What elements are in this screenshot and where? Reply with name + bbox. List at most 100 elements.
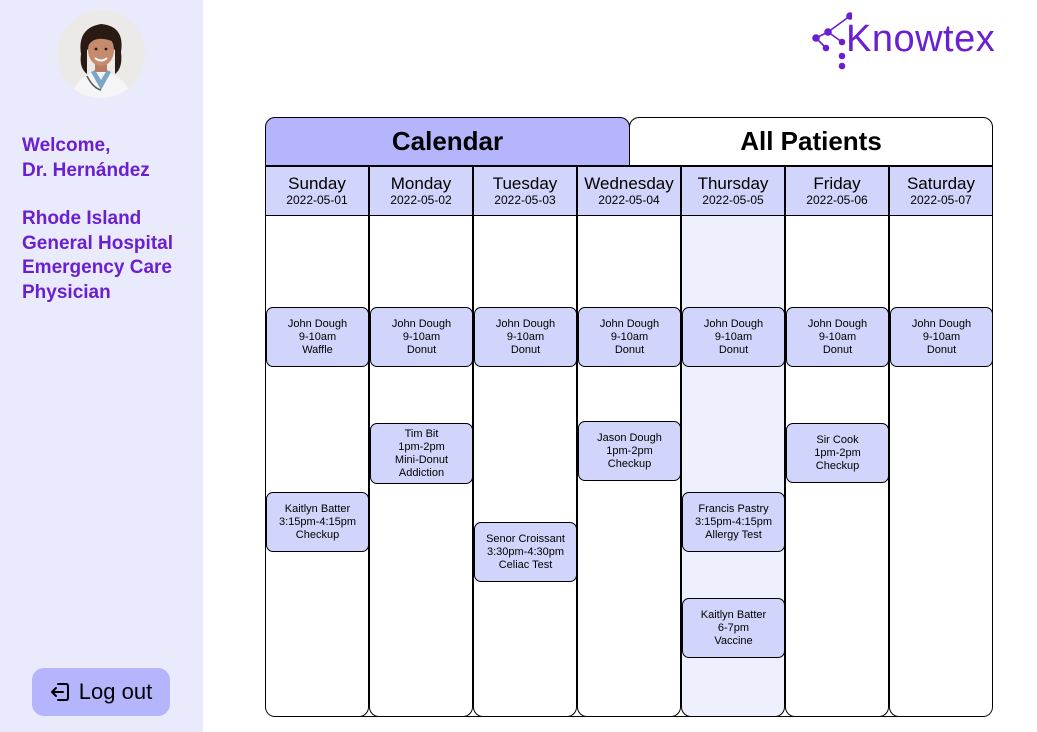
appointment-patient: Sir Cook xyxy=(816,433,859,446)
day-date: 2022-05-02 xyxy=(390,193,452,207)
appointment-reason: Donut xyxy=(822,343,853,356)
day-header: Sunday 2022-05-01 xyxy=(266,167,368,216)
appointment-reason: Donut xyxy=(406,343,437,356)
day-date: 2022-05-03 xyxy=(494,193,556,207)
appointment-patient: Kaitlyn Batter xyxy=(700,608,767,621)
day-column-sunday[interactable]: Sunday 2022-05-01 John Dough 9-10am Waffle Ka… xyxy=(265,166,369,716)
brand-logo: Knowtex xyxy=(812,12,1022,74)
appointment-card[interactable]: John Dough 9-10am Waffle xyxy=(266,307,369,367)
day-date: 2022-05-05 xyxy=(702,193,764,207)
appointment-card[interactable]: John Dough 9-10am Donut xyxy=(578,307,681,367)
appointment-reason: Vaccine xyxy=(714,634,753,647)
logout-icon xyxy=(50,683,69,701)
sidebar: Welcome, Dr. Hernández Rhode Island Gene… xyxy=(0,0,203,732)
appointment-time: 6-7pm xyxy=(717,621,750,634)
appointment-reason: Checkup xyxy=(295,528,340,541)
appointment-reason: Checkup xyxy=(815,459,860,472)
appointment-time: 1pm-2pm xyxy=(606,444,653,457)
appointment-reason: Mini-Donut xyxy=(394,453,449,466)
appointment-time: 9-10am xyxy=(610,330,649,343)
appointment-time: 9-10am xyxy=(714,330,753,343)
week-calendar: Sunday 2022-05-01 John Dough 9-10am Waffle Ka… xyxy=(265,166,993,717)
day-header: Friday 2022-05-06 xyxy=(786,167,888,216)
appointment-reason: Donut xyxy=(510,343,541,356)
appointment-time: 9-10am xyxy=(818,330,857,343)
avatar[interactable] xyxy=(57,10,145,98)
appointment-card[interactable]: Tim Bit 1pm-2pm Mini-Donut Addiction xyxy=(370,423,473,484)
welcome-message: Welcome, Dr. Hernández Rhode Island Gene… xyxy=(22,134,202,306)
brand-name: Knowtex xyxy=(846,18,996,60)
day-column-thursday[interactable]: Thursday 2022-05-05 John Dough 9-10am Donut F… xyxy=(681,166,785,716)
appointment-reason: Donut xyxy=(614,343,645,356)
appointment-time: 1pm-2pm xyxy=(398,440,445,453)
day-name: Thursday xyxy=(697,174,769,193)
view-tabs: Calendar All Patients xyxy=(265,117,993,166)
appointment-reason: Waffle xyxy=(302,343,333,356)
appointment-patient: Kaitlyn Batter xyxy=(284,502,351,515)
doctor-portrait-icon xyxy=(57,10,145,98)
appointment-time: 3:15pm-4:15pm xyxy=(278,515,357,528)
day-name: Friday xyxy=(813,174,861,193)
day-header: Tuesday 2022-05-03 xyxy=(474,167,576,216)
appointment-patient: John Dough xyxy=(287,317,348,330)
day-name: Saturday xyxy=(906,174,976,193)
day-header: Wednesday 2022-05-04 xyxy=(578,167,680,216)
doctor-name: Dr. Hernández xyxy=(22,159,150,181)
day-column-friday[interactable]: Friday 2022-05-06 John Dough 9-10am Donut Sir… xyxy=(785,166,889,716)
appointment-time: 9-10am xyxy=(922,330,961,343)
appointment-patient: John Dough xyxy=(703,317,764,330)
appointment-reason: Celiac Test xyxy=(498,558,553,571)
appointment-patient: Francis Pastry xyxy=(698,502,769,515)
appointment-patient: Jason Dough xyxy=(597,431,662,444)
day-column-wednesday[interactable]: Wednesday 2022-05-04 John Dough 9-10am Donut… xyxy=(577,166,681,716)
appointment-reason: Donut xyxy=(718,343,749,356)
day-column-tuesday[interactable]: Tuesday 2022-05-03 John Dough 9-10am Donut Se… xyxy=(473,166,577,716)
day-name: Sunday xyxy=(288,174,346,193)
appointment-card[interactable]: John Dough 9-10am Donut xyxy=(786,307,889,367)
appointment-card[interactable]: John Dough 9-10am Donut xyxy=(370,307,473,367)
appointment-card[interactable]: Kaitlyn Batter 6-7pm Vaccine xyxy=(682,598,785,658)
tab-calendar[interactable]: Calendar xyxy=(265,117,630,166)
appointment-time: 1pm-2pm xyxy=(814,446,861,459)
appointment-patient: Tim Bit xyxy=(404,427,439,440)
hospital-line-4: Physician xyxy=(22,281,111,303)
day-column-monday[interactable]: Monday 2022-05-02 John Dough 9-10am Donut Tim… xyxy=(369,166,473,716)
hospital-line-2: General Hospital xyxy=(22,232,173,254)
appointment-patient: John Dough xyxy=(391,317,452,330)
day-date: 2022-05-01 xyxy=(286,193,348,207)
tab-all-patients[interactable]: All Patients xyxy=(629,117,993,166)
appointment-card[interactable]: Francis Pastry 3:15pm-4:15pm Allergy Test xyxy=(682,492,785,552)
logout-label: Log out xyxy=(78,679,153,704)
hospital-line-3: Emergency Care xyxy=(22,257,172,279)
day-column-saturday[interactable]: Saturday 2022-05-07 John Dough 9-10am Donut xyxy=(889,166,993,716)
hospital-line-1: Rhode Island xyxy=(22,208,142,230)
appointment-card[interactable]: John Dough 9-10am Donut xyxy=(682,307,785,367)
day-header: Monday 2022-05-02 xyxy=(370,167,472,216)
appointment-patient: John Dough xyxy=(599,317,660,330)
day-name: Tuesday xyxy=(492,174,558,193)
day-date: 2022-05-04 xyxy=(598,193,660,207)
welcome-greeting: Welcome, xyxy=(22,135,111,156)
appointment-patient: John Dough xyxy=(495,317,556,330)
appointment-time: 3:30pm-4:30pm xyxy=(486,545,565,558)
appointment-card[interactable]: Kaitlyn Batter 3:15pm-4:15pm Checkup xyxy=(266,492,369,552)
day-header: Thursday 2022-05-05 xyxy=(682,167,784,216)
appointment-reason: Allergy Test xyxy=(705,528,762,541)
appointment-time: 9-10am xyxy=(506,330,545,343)
appointment-card[interactable]: John Dough 9-10am Donut xyxy=(474,307,577,367)
appointment-card[interactable]: Sir Cook 1pm-2pm Checkup xyxy=(786,423,889,483)
appointment-card[interactable]: Senor Croissant 3:30pm-4:30pm Celiac Test xyxy=(474,522,577,582)
day-name: Monday xyxy=(390,174,452,193)
appointment-reason: Checkup xyxy=(607,457,652,470)
day-date: 2022-05-06 xyxy=(806,193,868,207)
appointment-reason: Donut xyxy=(926,343,957,356)
appointment-time: 9-10am xyxy=(402,330,441,343)
day-name: Wednesday xyxy=(584,174,674,193)
logout-button[interactable]: Log out xyxy=(32,668,170,716)
appointment-patient: John Dough xyxy=(911,317,972,330)
appointment-time: 9-10am xyxy=(298,330,337,343)
appointment-patient: John Dough xyxy=(807,317,868,330)
appointment-time: 3:15pm-4:15pm xyxy=(694,515,773,528)
appointment-card[interactable]: Jason Dough 1pm-2pm Checkup xyxy=(578,421,681,481)
appointment-card[interactable]: John Dough 9-10am Donut xyxy=(890,307,993,367)
